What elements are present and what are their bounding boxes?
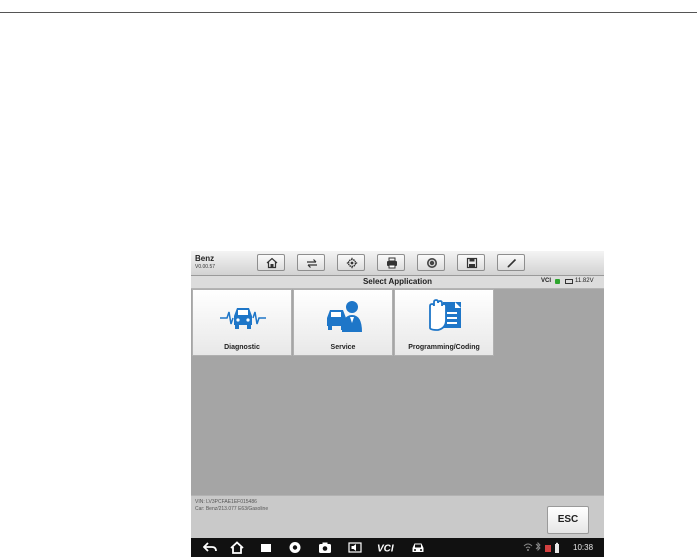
- app-label-programming-coding: Programming/Coding: [408, 344, 480, 351]
- home-nav-icon[interactable]: [230, 541, 244, 554]
- app-label-service: Service: [330, 344, 356, 351]
- car-technician-icon: [327, 301, 362, 332]
- device-screen: Benz V0.00.57 Select Application VCI 11.…: [191, 251, 604, 557]
- software-version: V0.00.57: [195, 264, 216, 270]
- home-button[interactable]: [257, 254, 285, 271]
- print-button[interactable]: [377, 254, 405, 271]
- app-tile-service[interactable]: Service: [293, 289, 393, 356]
- recent-apps-icon[interactable]: [259, 541, 273, 554]
- vin-text: VIN: LV3PCFAE1EF015486: [195, 499, 257, 505]
- camera-icon[interactable]: [318, 541, 332, 554]
- vehicle-swap-button[interactable]: [297, 254, 325, 271]
- pen-icon: [507, 258, 517, 268]
- status-clock: 10:38: [573, 543, 594, 552]
- volume-icon[interactable]: [348, 541, 362, 554]
- save-icon: [466, 257, 478, 269]
- svg-text:VCI: VCI: [377, 544, 394, 555]
- browser-icon[interactable]: [288, 541, 302, 554]
- car-pulse-icon: [220, 308, 266, 329]
- vehicle-info-bar: VIN: LV3PCFAE1EF015486 Car: Benz/213.077…: [191, 495, 604, 539]
- settings-icon: [346, 257, 358, 269]
- page-top-rule: [0, 12, 697, 13]
- car-nav-icon[interactable]: [411, 541, 425, 554]
- top-toolbar: Benz V0.00.57: [191, 251, 604, 276]
- app-tile-diagnostic[interactable]: Diagnostic: [192, 289, 292, 356]
- home-icon: [266, 257, 278, 269]
- help-icon: [427, 258, 437, 268]
- vci-nav-icon[interactable]: VCI: [377, 541, 397, 555]
- battery-icon: [565, 279, 573, 284]
- help-button[interactable]: [417, 254, 445, 271]
- hand-document-icon: [429, 299, 461, 331]
- back-icon[interactable]: [203, 541, 217, 554]
- vehicle-swap-icon: [307, 259, 317, 268]
- pen-button[interactable]: [497, 254, 525, 271]
- vci-connected-icon: [555, 279, 560, 284]
- title-bar: Select Application VCI 11.82V: [191, 276, 604, 289]
- esc-button[interactable]: ESC: [547, 506, 589, 534]
- settings-button[interactable]: [337, 254, 365, 271]
- print-icon: [387, 257, 397, 269]
- app-tile-programming-coding[interactable]: Programming/Coding: [394, 289, 494, 356]
- battery-voltage: 11.82V: [575, 278, 594, 284]
- save-button[interactable]: [457, 254, 485, 271]
- status-icons: [523, 541, 559, 553]
- car-info-text: Car: Benz/213.077 E63/Gasoline: [195, 506, 269, 512]
- vehicle-name: Benz: [195, 254, 215, 263]
- app-label-diagnostic: Diagnostic: [224, 344, 260, 351]
- vci-status-label: VCI: [541, 278, 552, 284]
- android-navigation-bar: VCI 10:38: [191, 538, 604, 557]
